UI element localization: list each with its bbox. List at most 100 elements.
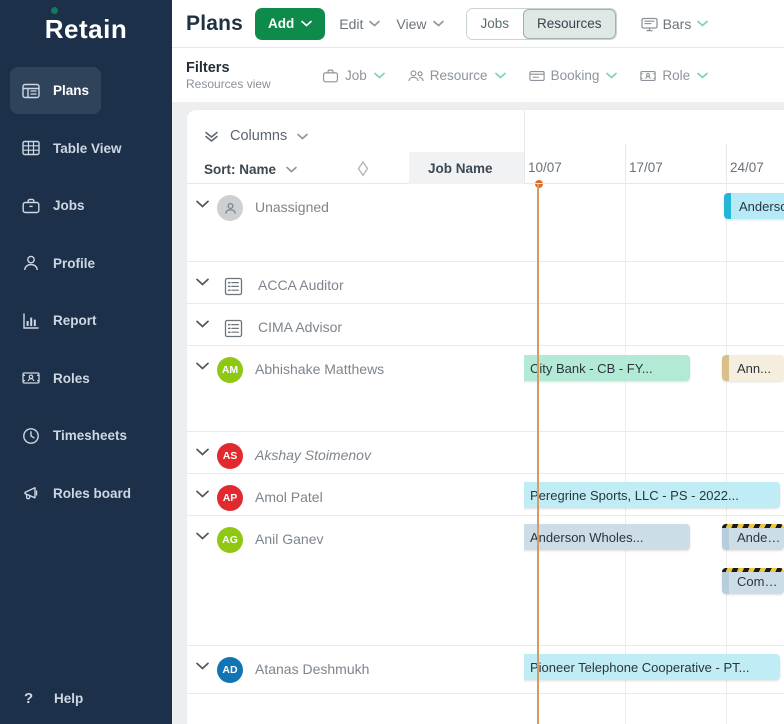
filter-chip-resource[interactable]: Resource (396, 60, 517, 90)
svg-text:?: ? (24, 690, 33, 707)
tab-jobs[interactable]: Jobs (466, 8, 524, 39)
gantt-bar-label: Anderson Wholes... (530, 529, 644, 545)
booking-icon (528, 68, 545, 82)
expand-caret-icon[interactable] (187, 443, 217, 456)
sidebar-item-roles-board[interactable]: Roles board (10, 478, 143, 508)
conflict-stripe-icon (722, 524, 784, 528)
role-card-icon (639, 68, 657, 82)
gantt-bar[interactable]: Anderson Wholesalers (724, 193, 784, 219)
role-icon (220, 276, 246, 296)
expand-caret-icon[interactable] (187, 273, 217, 286)
sidebar-item-plans[interactable]: Plans (10, 67, 102, 115)
gantt-bar[interactable]: Anderson Wholes... (524, 524, 690, 550)
person-icon (22, 254, 40, 272)
resource-name: Atanas Deshmukh (255, 661, 370, 677)
resource-row[interactable]: CIMA Advisor (187, 304, 524, 346)
gantt-bar-label: Anderson Wholesalers (739, 198, 784, 214)
sidebar-nav: Plans Table View Jobs Profile Report Roles Tim… (0, 62, 172, 522)
sidebar-item-label: Roles (53, 370, 90, 386)
resource-row[interactable]: AG Anil Ganev (187, 516, 524, 646)
gantt-bar[interactable]: Ann... (722, 355, 784, 381)
brand-logo[interactable]: Retain (0, 0, 172, 58)
sort-direction-toggle[interactable] (355, 160, 371, 178)
expand-caret-icon[interactable] (187, 357, 217, 370)
chevron-down-icon (697, 72, 708, 79)
sidebar-item-jobs[interactable]: Jobs (10, 191, 97, 221)
gantt-bar-label: Anders... (737, 529, 784, 545)
timeline-column-divider (625, 144, 626, 184)
bars-menu-label: Bars (662, 15, 692, 32)
brand-dot (51, 7, 58, 14)
chevron-down-icon (373, 72, 385, 79)
sort-label: Sort: Name (204, 162, 277, 177)
sidebar-item-roles[interactable]: Roles (10, 363, 102, 393)
sort-button[interactable]: Sort: Name (204, 162, 297, 177)
filter-chip-role[interactable]: Role (628, 60, 719, 90)
sidebar-item-report[interactable]: Report (10, 306, 109, 336)
resource-row[interactable]: AS Akshay Stoimenov (187, 432, 524, 474)
gantt-bar[interactable]: Pioneer Telephone Cooperative - PT... (524, 654, 780, 680)
expand-caret-icon[interactable] (187, 657, 217, 670)
tab-resources[interactable]: Resources (523, 8, 616, 39)
avatar (217, 195, 243, 221)
gantt-bar[interactable]: Peregrine Sports, LLC - PS - 2022... (524, 482, 780, 508)
plan-panel: Columns Sort: Name Job Name 10/07 17/07 … (187, 110, 784, 724)
roles-icon (22, 369, 40, 387)
table-icon (22, 139, 40, 157)
role-icon (220, 318, 246, 338)
gantt-bar[interactable]: Anders... (722, 524, 784, 550)
gantt-bar[interactable]: City Bank - CB - FY... (524, 355, 690, 381)
sidebar-item-help[interactable]: ? Help (0, 678, 172, 718)
resource-row[interactable]: AM Abhishake Matthews (187, 346, 524, 432)
today-marker-line (537, 184, 539, 724)
chevron-down-icon (301, 20, 313, 27)
view-menu-label: View (396, 15, 427, 32)
filter-chip-booking[interactable]: Booking (517, 60, 629, 90)
chevron-down-icon (297, 133, 309, 140)
expand-caret-icon[interactable] (187, 485, 217, 498)
resource-row[interactable]: ACCA Auditor (187, 262, 524, 304)
chevron-down-icon (286, 166, 297, 173)
timeline-row (524, 432, 784, 474)
resource-list: Unassigned ACCA Auditor CIMA Advisor AM Abhi… (187, 184, 524, 724)
resource-name: Akshay Stoimenov (255, 447, 371, 463)
columns-button[interactable]: Columns (204, 128, 309, 144)
filter-chip-label: Booking (550, 67, 600, 83)
gantt-timeline: Anderson Wholesalers City Bank - CB - FY.… (524, 184, 784, 724)
expand-caret-icon[interactable] (187, 527, 217, 540)
edit-menu-button[interactable]: Edit (337, 8, 382, 40)
resource-row[interactable]: AD Atanas Deshmukh (187, 646, 524, 694)
resource-name: Amol Patel (255, 489, 323, 505)
gantt-bar-label: City Bank - CB - FY... (530, 360, 653, 376)
filter-chip-job[interactable]: Job (311, 60, 396, 90)
resource-row[interactable]: Unassigned (187, 184, 524, 262)
resource-name: ACCA Auditor (258, 277, 344, 293)
bars-menu-button[interactable]: Bars (639, 8, 711, 40)
sidebar-item-label: Timesheets (53, 428, 128, 444)
gantt-bar-label: Comms... (737, 573, 784, 589)
conflict-stripe-icon (722, 568, 784, 572)
add-button[interactable]: Add (255, 7, 326, 40)
avatar: AD (217, 657, 243, 683)
megaphone-icon (22, 484, 40, 502)
gantt-bar[interactable]: Comms... (722, 568, 784, 594)
expand-caret-icon[interactable] (187, 315, 217, 328)
resource-row[interactable]: AP Amol Patel (187, 474, 524, 516)
sidebar: Retain Plans Table View Jobs Profile Report R… (0, 0, 172, 724)
filters-title: Filters (186, 59, 230, 76)
resource-name: Abhishake Matthews (255, 361, 385, 377)
sidebar-item-label: Roles board (53, 485, 132, 501)
timeline-row (524, 262, 784, 304)
expand-caret-icon[interactable] (187, 195, 217, 208)
view-mode-segmented-control: Jobs Resources (465, 7, 617, 40)
view-menu-button[interactable]: View (394, 8, 445, 40)
avatar: AP (217, 485, 243, 511)
sidebar-item-timesheets[interactable]: Timesheets (10, 421, 139, 451)
filters-subtitle: Resources view (186, 76, 271, 91)
sidebar-item-table-view[interactable]: Table View (10, 133, 134, 163)
timeline-row: Peregrine Sports, LLC - PS - 2022... (524, 474, 784, 516)
bar-chart-icon (22, 312, 40, 330)
column-header-job-name[interactable]: Job Name (409, 152, 524, 184)
sidebar-item-label: Profile (53, 255, 96, 271)
sidebar-item-profile[interactable]: Profile (10, 248, 107, 278)
